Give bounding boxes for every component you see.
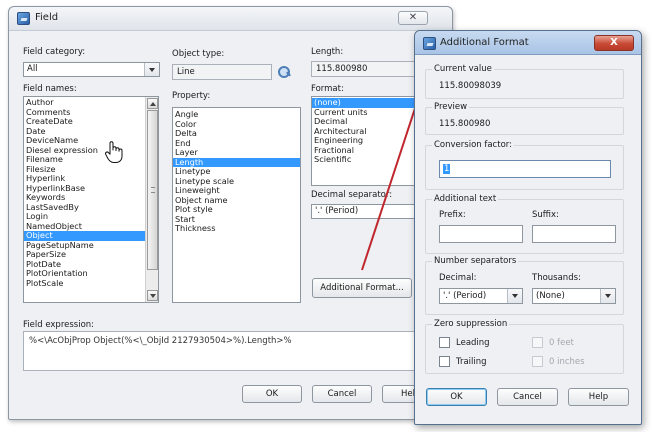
zero-suppression-label: Zero suppression [432, 319, 510, 329]
decimal-label: Decimal: [439, 273, 477, 283]
zero-suppression-group: Zero suppression Leading 0 feet Trailing… [425, 319, 624, 374]
prefix-input[interactable] [439, 225, 523, 243]
app-icon [423, 37, 436, 50]
additional-text-group: Additional text Prefix: Suffix: [425, 194, 624, 254]
preview-group: Preview 115.800980 [425, 102, 624, 135]
preview-label: Preview [432, 102, 470, 112]
conversion-factor-input[interactable]: 1 [439, 160, 611, 178]
preview-text: 115.800980 [439, 119, 491, 129]
thousands-label: Thousands: [532, 273, 581, 283]
number-separators-label: Number separators [432, 256, 519, 266]
conversion-factor-value: 1 [443, 164, 451, 174]
inches-label: 0 inches [549, 357, 585, 367]
decimal-separator-af-select[interactable]: '.' (Period) [439, 288, 523, 304]
feet-label: 0 feet [549, 338, 574, 348]
trailing-label: Trailing [456, 357, 487, 367]
chevron-down-icon[interactable] [600, 289, 615, 303]
current-value-text: 115.80098039 [439, 81, 502, 91]
additional-text-label: Additional text [432, 194, 499, 204]
conversion-factor-label: Conversion factor: [432, 140, 514, 150]
suffix-input[interactable] [532, 225, 616, 243]
suffix-label: Suffix: [532, 210, 559, 220]
additional-format-dialog: Additional Format X Current value 115.80… [414, 30, 642, 425]
af-help-button[interactable]: Help [568, 388, 629, 406]
thousands-separator-value: (None) [536, 291, 565, 301]
prefix-label: Prefix: [439, 210, 466, 220]
af-ok-button[interactable]: OK [426, 388, 487, 406]
thousands-separator-select[interactable]: (None) [532, 288, 616, 304]
current-value-group: Current value 115.80098039 [425, 64, 624, 99]
additional-format-close-button[interactable]: X [594, 35, 634, 51]
additional-format-title: Additional Format [440, 37, 529, 48]
number-separators-group: Number separators Decimal: Thousands: '.… [425, 256, 624, 315]
af-cancel-button[interactable]: Cancel [497, 388, 558, 406]
feet-checkbox [532, 337, 543, 348]
current-value-label: Current value [432, 64, 494, 74]
chevron-down-icon[interactable] [507, 289, 522, 303]
trailing-checkbox[interactable] [439, 356, 450, 367]
decimal-separator-af-value: '.' (Period) [443, 291, 487, 301]
leading-label: Leading [456, 338, 490, 348]
conversion-factor-group: Conversion factor: 1 [425, 140, 624, 190]
inches-checkbox [532, 356, 543, 367]
leading-checkbox[interactable] [439, 337, 450, 348]
additional-format-titlebar[interactable]: Additional Format X [415, 31, 641, 55]
